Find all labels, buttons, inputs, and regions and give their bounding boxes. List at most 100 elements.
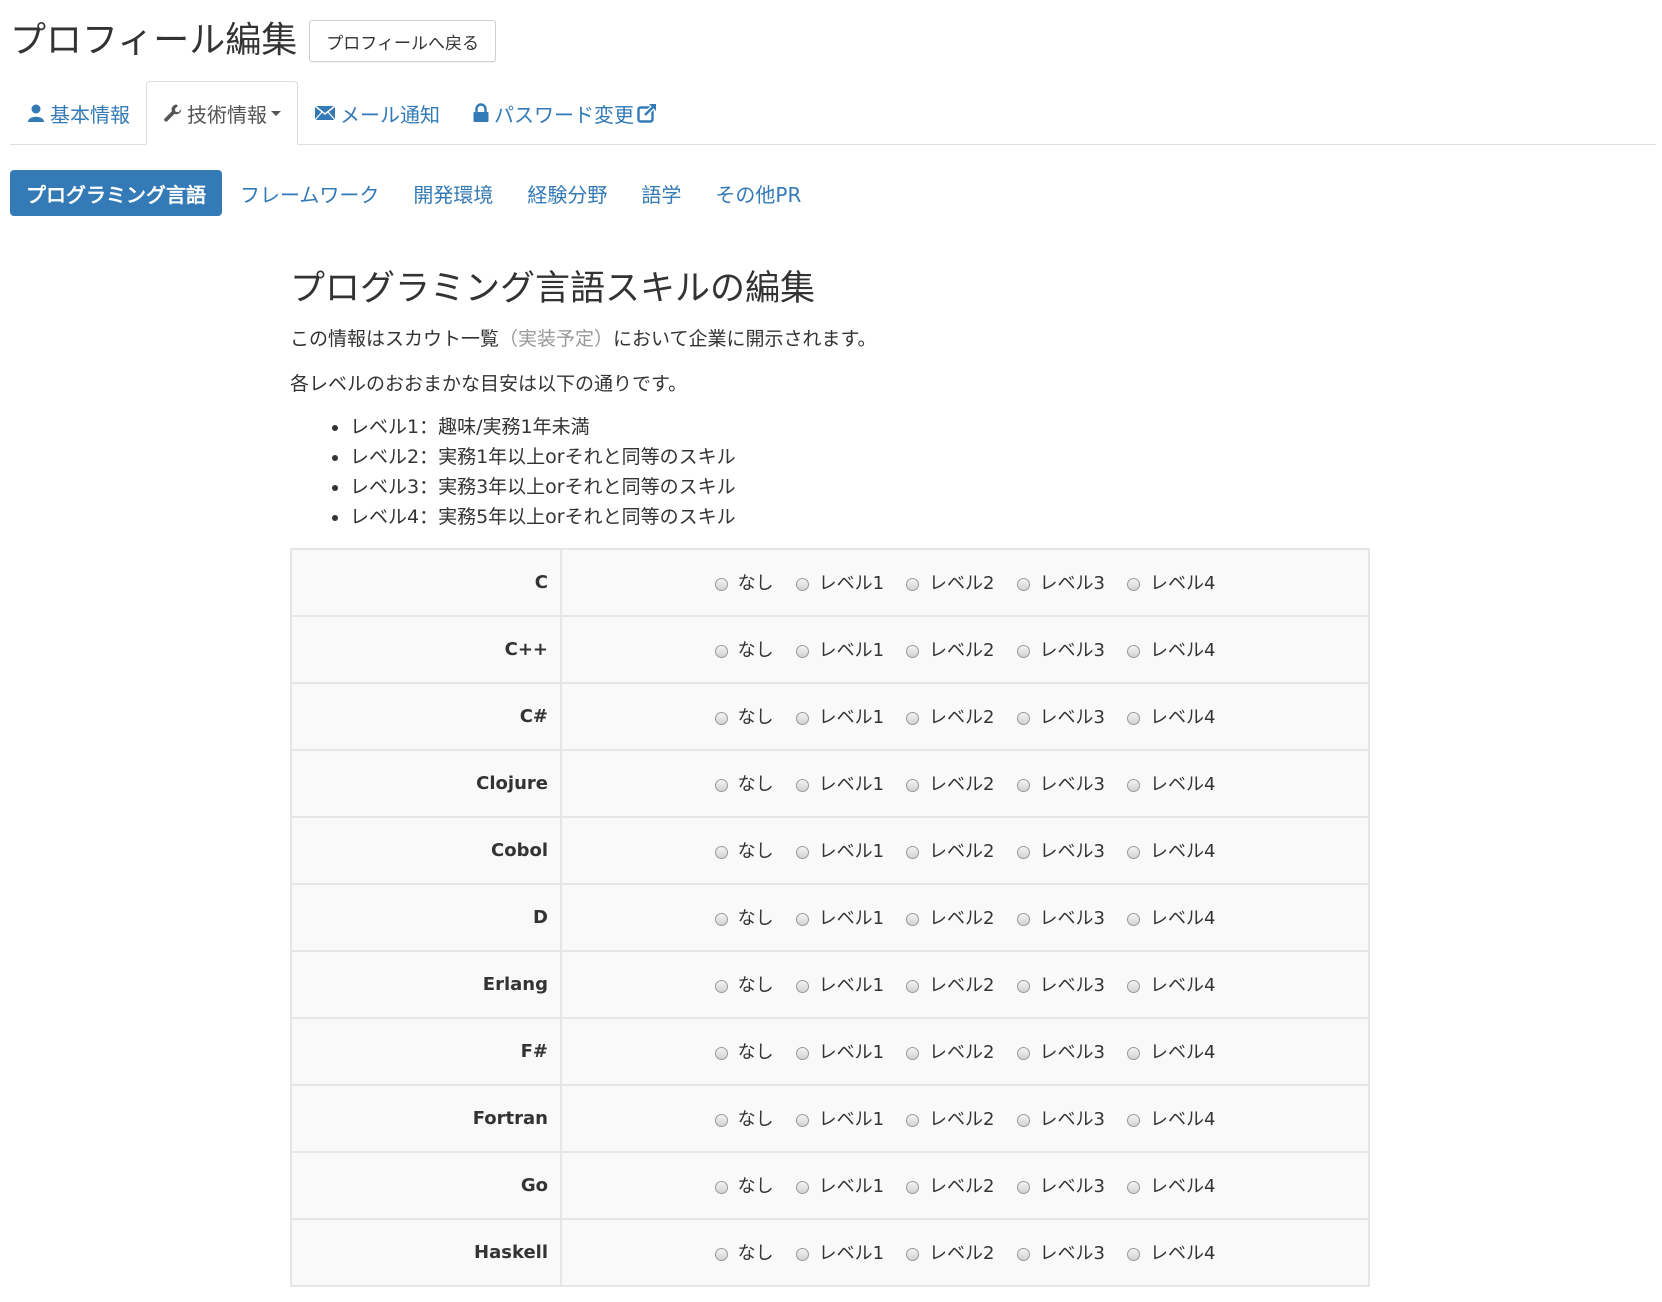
skill-level-option[interactable]: レベル3 (1016, 971, 1105, 997)
skill-level-option[interactable]: レベル4 (1126, 904, 1215, 930)
radio-button[interactable] (906, 1113, 920, 1127)
skill-level-option[interactable]: レベル2 (906, 1172, 995, 1198)
pill-experience-fields[interactable]: 経験分野 (511, 170, 623, 216)
pill-languages[interactable]: 語学 (625, 170, 697, 216)
radio-button[interactable] (714, 1113, 728, 1127)
radio-button[interactable] (906, 979, 920, 993)
skill-level-option[interactable]: レベル3 (1016, 636, 1105, 662)
skill-level-option[interactable]: レベル3 (1016, 837, 1105, 863)
radio-button[interactable] (1126, 1046, 1140, 1060)
radio-button[interactable] (1126, 845, 1140, 859)
radio-button[interactable] (795, 1180, 809, 1194)
skill-level-option[interactable]: なし (714, 1038, 774, 1064)
radio-button[interactable] (795, 1046, 809, 1060)
tab-mail-notification[interactable]: メール通知 (298, 82, 456, 144)
radio-button[interactable] (714, 1180, 728, 1194)
radio-button[interactable] (1016, 979, 1030, 993)
radio-button[interactable] (1126, 979, 1140, 993)
radio-button[interactable] (795, 778, 809, 792)
radio-button[interactable] (714, 1247, 728, 1261)
skill-level-option[interactable]: レベル3 (1016, 770, 1105, 796)
pill-programming-languages[interactable]: プログラミング言語 (10, 170, 222, 216)
skill-level-option[interactable]: なし (714, 703, 774, 729)
radio-button[interactable] (714, 912, 728, 926)
radio-button[interactable] (795, 644, 809, 658)
skill-level-option[interactable]: レベル3 (1016, 1172, 1105, 1198)
radio-button[interactable] (906, 1247, 920, 1261)
radio-button[interactable] (906, 912, 920, 926)
skill-level-option[interactable]: レベル4 (1126, 703, 1215, 729)
skill-level-option[interactable]: レベル2 (906, 703, 995, 729)
radio-button[interactable] (906, 778, 920, 792)
skill-level-option[interactable]: レベル2 (906, 971, 995, 997)
skill-level-option[interactable]: レベル1 (795, 904, 884, 930)
radio-button[interactable] (1016, 1180, 1030, 1194)
radio-button[interactable] (795, 1113, 809, 1127)
skill-level-option[interactable]: レベル4 (1126, 837, 1215, 863)
skill-level-option[interactable]: レベル2 (906, 837, 995, 863)
skill-level-option[interactable]: レベル1 (795, 1239, 884, 1265)
skill-level-option[interactable]: レベル1 (795, 837, 884, 863)
skill-level-option[interactable]: レベル1 (795, 1172, 884, 1198)
radio-button[interactable] (714, 711, 728, 725)
radio-button[interactable] (714, 979, 728, 993)
skill-level-option[interactable]: レベル4 (1126, 1239, 1215, 1265)
skill-level-option[interactable]: レベル1 (795, 569, 884, 595)
skill-level-option[interactable]: レベル2 (906, 904, 995, 930)
radio-button[interactable] (714, 845, 728, 859)
skill-level-option[interactable]: なし (714, 971, 774, 997)
skill-level-option[interactable]: レベル1 (795, 1105, 884, 1131)
tab-password-change[interactable]: パスワード変更 (456, 82, 673, 144)
skill-level-option[interactable]: レベル2 (906, 1038, 995, 1064)
radio-button[interactable] (1016, 1046, 1030, 1060)
skill-level-option[interactable]: レベル2 (906, 569, 995, 595)
skill-level-option[interactable]: なし (714, 636, 774, 662)
radio-button[interactable] (795, 979, 809, 993)
skill-level-option[interactable]: レベル1 (795, 703, 884, 729)
skill-level-option[interactable]: レベル4 (1126, 569, 1215, 595)
radio-button[interactable] (1126, 644, 1140, 658)
skill-level-option[interactable]: なし (714, 837, 774, 863)
skill-level-option[interactable]: レベル4 (1126, 770, 1215, 796)
radio-button[interactable] (714, 577, 728, 591)
radio-button[interactable] (906, 644, 920, 658)
skill-level-option[interactable]: レベル4 (1126, 636, 1215, 662)
radio-button[interactable] (1126, 1247, 1140, 1261)
radio-button[interactable] (795, 845, 809, 859)
pill-frameworks[interactable]: フレームワーク (224, 170, 395, 216)
radio-button[interactable] (1126, 711, 1140, 725)
skill-level-option[interactable]: レベル2 (906, 1105, 995, 1131)
radio-button[interactable] (795, 577, 809, 591)
pill-dev-environment[interactable]: 開発環境 (397, 170, 509, 216)
skill-level-option[interactable]: レベル1 (795, 971, 884, 997)
skill-level-option[interactable]: レベル3 (1016, 904, 1105, 930)
radio-button[interactable] (1016, 912, 1030, 926)
radio-button[interactable] (714, 778, 728, 792)
skill-level-option[interactable]: レベル2 (906, 770, 995, 796)
radio-button[interactable] (795, 1247, 809, 1261)
radio-button[interactable] (1126, 778, 1140, 792)
skill-level-option[interactable]: レベル2 (906, 1239, 995, 1265)
skill-level-option[interactable]: なし (714, 1239, 774, 1265)
radio-button[interactable] (1016, 778, 1030, 792)
skill-level-option[interactable]: レベル3 (1016, 1105, 1105, 1131)
skill-level-option[interactable]: レベル1 (795, 636, 884, 662)
skill-level-option[interactable]: レベル1 (795, 1038, 884, 1064)
radio-button[interactable] (714, 1046, 728, 1060)
skill-level-option[interactable]: レベル3 (1016, 1239, 1105, 1265)
skill-level-option[interactable]: レベル1 (795, 770, 884, 796)
radio-button[interactable] (906, 1180, 920, 1194)
skill-level-option[interactable]: レベル3 (1016, 1038, 1105, 1064)
skill-level-option[interactable]: レベル4 (1126, 1105, 1215, 1131)
skill-level-option[interactable]: なし (714, 569, 774, 595)
skill-level-option[interactable]: なし (714, 1105, 774, 1131)
back-to-profile-button[interactable]: プロフィールへ戻る (309, 20, 496, 62)
radio-button[interactable] (1126, 1113, 1140, 1127)
radio-button[interactable] (714, 644, 728, 658)
skill-level-option[interactable]: レベル3 (1016, 569, 1105, 595)
radio-button[interactable] (906, 577, 920, 591)
radio-button[interactable] (1016, 644, 1030, 658)
skill-level-option[interactable]: レベル2 (906, 636, 995, 662)
radio-button[interactable] (906, 845, 920, 859)
tab-tech-info[interactable]: 技術情報 (146, 81, 298, 145)
